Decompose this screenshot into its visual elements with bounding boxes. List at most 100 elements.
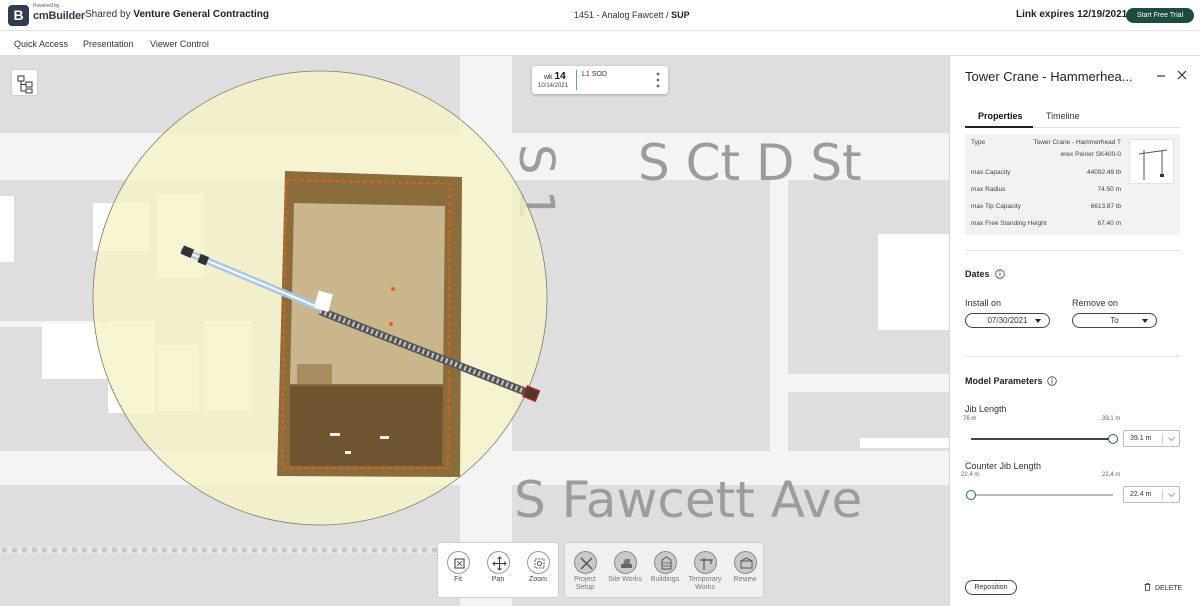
parking-strip <box>0 546 440 554</box>
site-viewport[interactable]: S Ct D St S Fawcett Ave S 1 wk 14 10/14/… <box>0 56 949 606</box>
review-label: Review <box>733 576 757 583</box>
counter-jib-length-slider-thumb[interactable] <box>966 490 976 500</box>
project-setup-button[interactable]: Project Setup <box>565 551 605 592</box>
info-icon[interactable] <box>1047 376 1057 386</box>
tab-timeline[interactable]: Timeline <box>1046 111 1080 121</box>
excavator-icon <box>613 551 637 574</box>
property-value-line2: erex Peiner SK400-0 <box>1060 151 1121 158</box>
fit-button[interactable]: Fit <box>438 551 478 584</box>
week-date: 10/14/2021 <box>538 83 569 89</box>
view-navigation-group: Fit Pan Zoom <box>437 542 559 598</box>
start-free-trial-button[interactable]: Start Free Trial <box>1126 8 1194 23</box>
phase-name: L1 SOD <box>582 71 607 78</box>
input-divider <box>1162 489 1163 500</box>
review-button[interactable]: Review <box>725 551 765 584</box>
temporary-works-label: Temporary Works <box>688 576 722 591</box>
counter-jib-length-slider-track[interactable] <box>971 494 1113 496</box>
site-map[interactable]: S Ct D St S Fawcett Ave S 1 <box>0 56 949 606</box>
counter-jib-length-max: 22.4 m <box>1102 472 1121 478</box>
menu-quick-access[interactable]: Quick Access <box>14 39 68 49</box>
temporary-works-button[interactable]: Temporary Works <box>685 551 725 592</box>
fit-label: Fit <box>454 576 462 583</box>
project-title: 1451 - Analog Fawcett / SUP <box>574 10 690 20</box>
jib-length-max: 39.1 m <box>1102 416 1121 422</box>
menu-presentation[interactable]: Presentation <box>83 39 134 49</box>
install-on-value: 07/30/2021 <box>987 316 1028 325</box>
week-indicator: wk 14 <box>544 71 566 82</box>
pan-button[interactable]: Pan <box>478 551 518 584</box>
properties-panel: Tower Crane - Hammerhea... Properties Ti… <box>949 56 1200 606</box>
zoom-button[interactable]: Zoom <box>518 551 558 584</box>
remove-on-value: To <box>1110 316 1119 325</box>
remove-on-label: Remove on <box>1072 298 1119 308</box>
close-icon[interactable] <box>1176 69 1188 81</box>
chevron-down-icon[interactable] <box>1168 437 1175 441</box>
zoom-label: Zoom <box>529 576 547 583</box>
cmbuilder-logo[interactable]: B Powered by cmBuilder <box>8 3 85 28</box>
site-marker <box>345 451 351 454</box>
top-bar: B Powered by cmBuilder Shared by Venture… <box>0 0 1200 31</box>
jib-length-value: 39.1 m <box>1130 435 1152 442</box>
section-divider <box>965 356 1180 357</box>
link-expiry: Link expires 12/19/2021 <box>1016 9 1128 20</box>
input-divider <box>1162 433 1163 444</box>
tab-properties[interactable]: Properties <box>978 111 1023 121</box>
site-marker <box>380 436 389 439</box>
building <box>0 196 14 262</box>
counter-jib-length-input[interactable]: 22.4 m <box>1123 486 1180 503</box>
pan-icon <box>486 551 510 574</box>
remove-on-select[interactable]: To <box>1072 313 1157 328</box>
trash-icon <box>1144 583 1151 591</box>
construction-site[interactable] <box>277 171 462 477</box>
properties-table: Type Tower Crane - Hammerhead T erex Pei… <box>965 134 1180 235</box>
property-row-type: Type Tower Crane - Hammerhead T erex Pei… <box>971 139 1121 159</box>
delete-button[interactable]: DELETE <box>1144 583 1182 592</box>
property-value: Tower Crane - Hammerhead T <box>1033 139 1121 146</box>
jib-length-min: 76 m <box>963 416 977 422</box>
more-options-icon[interactable] <box>656 70 660 90</box>
jib-length-input[interactable]: 39.1 m <box>1123 430 1180 447</box>
property-key: max Radius <box>971 186 1006 193</box>
jib-length-slider-track[interactable] <box>971 438 1113 440</box>
info-icon[interactable] <box>995 269 1005 279</box>
delete-label: DELETE <box>1155 585 1183 592</box>
project-name: 1451 - Analog Fawcett / <box>574 10 669 20</box>
minimize-icon[interactable] <box>1155 69 1167 81</box>
property-key: Type <box>971 139 986 146</box>
pan-label: Pan <box>491 576 505 583</box>
property-value: 44092.49 lb <box>1087 169 1121 176</box>
project-setup-label: Project Setup <box>574 576 596 591</box>
building <box>878 234 949 330</box>
counter-jib-length-value: 22.4 m <box>1130 491 1152 498</box>
caret-down-icon <box>1142 319 1148 323</box>
install-on-select[interactable]: 07/30/2021 <box>965 313 1050 328</box>
property-key: max Capacity <box>971 169 1011 176</box>
jib-length-label: Jib Length <box>965 404 1007 414</box>
dates-heading: Dates <box>965 269 990 279</box>
podium-area <box>290 386 443 466</box>
review-icon <box>733 551 757 574</box>
reposition-button[interactable]: Reposition <box>965 580 1017 595</box>
shared-by: Shared by Venture General Contracting <box>85 9 269 20</box>
crane-icon <box>693 551 717 574</box>
workflow-tools-group: Project Setup Site Works Buildings Tempo… <box>564 542 764 598</box>
site-works-button[interactable]: Site Works <box>605 551 645 584</box>
jib-length-slider-thumb[interactable] <box>1108 434 1118 444</box>
street-label-ct-d-st: S Ct D St <box>638 134 862 192</box>
project-suffix: SUP <box>671 10 690 20</box>
counter-jib-length-min: 22.4 m <box>961 472 980 478</box>
menu-viewer-control[interactable]: Viewer Control <box>150 39 209 49</box>
site-marker <box>330 433 340 436</box>
chevron-down-icon[interactable] <box>1168 493 1175 497</box>
buildings-button[interactable]: Buildings <box>645 551 685 584</box>
crane-thumbnail-icon <box>1138 149 1168 180</box>
model-tree-button[interactable] <box>11 69 38 96</box>
site-block <box>297 364 332 384</box>
property-value: 67.40 m <box>1097 220 1122 227</box>
road-east-branch <box>788 374 949 392</box>
week-label: wk <box>544 74 553 81</box>
shared-prefix: Shared by <box>85 9 131 20</box>
schedule-week-card[interactable]: wk 14 10/14/2021 L1 SOD <box>532 66 668 94</box>
caret-down-icon <box>1035 319 1041 323</box>
shared-company: Venture General Contracting <box>133 9 269 20</box>
